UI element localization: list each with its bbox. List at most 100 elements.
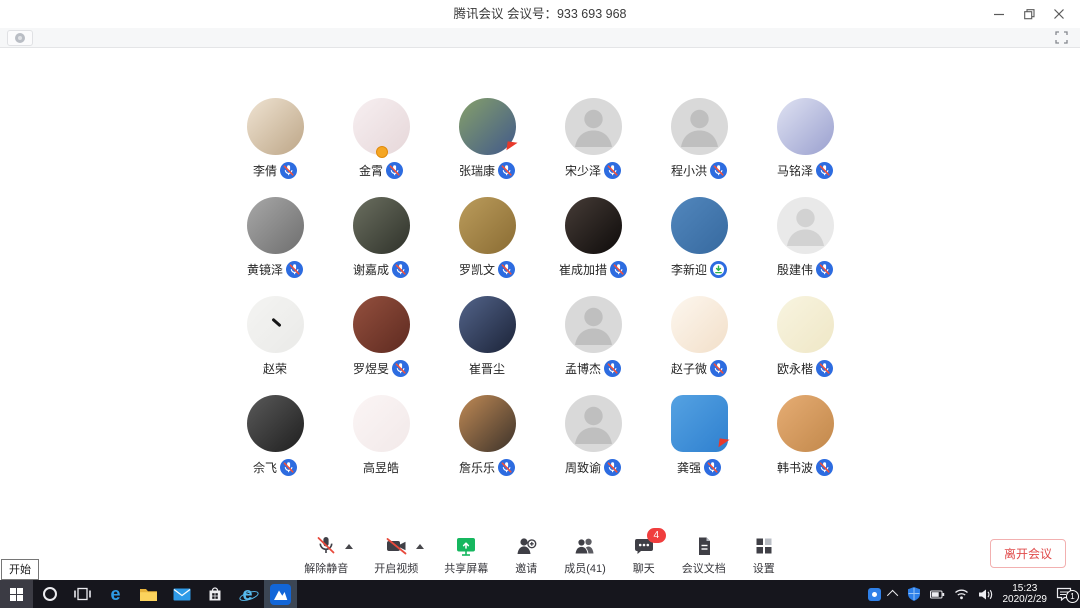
file-explorer-button[interactable]	[132, 580, 165, 608]
flag-badge-icon	[505, 142, 517, 152]
participant-tile-马铭泽[interactable]: 马铭泽	[762, 98, 848, 184]
store-button[interactable]	[198, 580, 231, 608]
taskbar-clock[interactable]: 15:23 2020/2/29	[1003, 583, 1048, 605]
participant-tile-黄镜泽[interactable]: 黄镜泽	[232, 197, 318, 283]
participant-tile-高昱皓[interactable]: 高昱皓	[338, 395, 424, 481]
tray-meeting-app-icon[interactable]	[868, 588, 881, 601]
participant-name-row: 欧永楷	[777, 360, 833, 377]
internet-explorer-button[interactable]: e	[231, 580, 264, 608]
participant-tile-罗凯文[interactable]: 罗凯文	[444, 197, 530, 283]
participant-tile-孟博杰[interactable]: 孟博杰	[550, 296, 636, 382]
tencent-meeting-taskbar-button[interactable]	[264, 580, 297, 608]
action-center-button[interactable]: 1	[1056, 587, 1073, 601]
participant-tile-李新迎[interactable]: 李新迎	[656, 197, 742, 283]
document-icon	[692, 535, 716, 558]
participant-tile-佘飞[interactable]: 佘飞	[232, 395, 318, 481]
participant-avatar	[565, 197, 622, 254]
close-button[interactable]	[1044, 0, 1074, 28]
participant-name-row: 张瑞康	[459, 162, 515, 179]
share-screen-button[interactable]: 共享屏幕	[444, 535, 488, 576]
members-label: 成员(41)	[564, 560, 606, 576]
taskbar: e e	[0, 580, 1080, 608]
meeting-info-icon	[15, 33, 25, 43]
mic-muted-icon	[280, 459, 297, 476]
participant-tile-张瑞康[interactable]: 张瑞康	[444, 98, 530, 184]
participant-tile-谢嘉成[interactable]: 谢嘉成	[338, 197, 424, 283]
participant-tile-韩书波[interactable]: 韩书波	[762, 395, 848, 481]
mic-muted-icon	[604, 162, 621, 179]
mic-active-icon	[710, 261, 727, 278]
participant-tile-龚强[interactable]: 龚强	[656, 395, 742, 481]
battery-icon[interactable]	[930, 590, 945, 599]
search-button[interactable]	[33, 580, 66, 608]
taskbar-date: 2020/2/29	[1003, 594, 1048, 605]
start-button[interactable]	[0, 580, 33, 608]
maximize-button[interactable]	[1014, 0, 1044, 28]
meeting-info-button[interactable]	[7, 30, 33, 46]
edge-button[interactable]: e	[99, 580, 132, 608]
participant-tile-金霄[interactable]: 金霄	[338, 98, 424, 184]
invite-person-icon	[514, 535, 538, 558]
leave-meeting-button[interactable]: 离开会议	[990, 539, 1066, 568]
participant-avatar	[247, 98, 304, 155]
tray-expand-icon[interactable]	[886, 590, 897, 601]
participant-tile-殷建伟[interactable]: 殷建伟	[762, 197, 848, 283]
unmute-label: 解除静音	[304, 560, 348, 576]
meeting-toolbar: 解除静音 开启视频 共享屏幕	[0, 528, 1080, 580]
participant-tile-程小洪[interactable]: 程小洪	[656, 98, 742, 184]
chat-button[interactable]: 4 聊天	[632, 535, 656, 576]
participant-name-row: 黄镜泽	[247, 261, 303, 278]
participant-tile-李倩[interactable]: 李倩	[232, 98, 318, 184]
security-shield-icon[interactable]	[907, 586, 921, 602]
fullscreen-button[interactable]	[1055, 31, 1068, 44]
participant-avatar	[565, 296, 622, 353]
person-placeholder-icon	[671, 98, 728, 155]
invite-button[interactable]: 邀请	[514, 535, 538, 576]
unmute-button[interactable]: 解除静音	[304, 535, 348, 576]
participant-name: 程小洪	[671, 162, 707, 179]
minimize-button[interactable]	[984, 0, 1014, 28]
system-tray: 15:23 2020/2/29 1	[861, 580, 1080, 608]
search-icon	[43, 587, 57, 601]
start-video-button[interactable]: 开启视频	[374, 535, 418, 576]
chat-unread-badge: 4	[647, 528, 666, 543]
window-controls	[984, 0, 1074, 28]
participant-tile-崔成加措[interactable]: 崔成加措	[550, 197, 636, 283]
toolbar-tools: 解除静音 开启视频 共享屏幕	[0, 535, 1080, 576]
task-view-button[interactable]	[66, 580, 99, 608]
participant-tile-欧永楷[interactable]: 欧永楷	[762, 296, 848, 382]
participant-name-row: 龚强	[677, 459, 721, 476]
mic-muted-icon	[704, 459, 721, 476]
mic-muted-icon	[816, 459, 833, 476]
avatar-mark	[271, 318, 281, 328]
network-wifi-icon[interactable]	[954, 588, 969, 600]
participant-avatar	[353, 197, 410, 254]
chevron-up-icon[interactable]	[416, 544, 424, 549]
mail-button[interactable]	[165, 580, 198, 608]
participant-tile-罗煜旻[interactable]: 罗煜旻	[338, 296, 424, 382]
screen-share-icon	[454, 535, 478, 558]
file-explorer-icon	[139, 587, 158, 602]
participant-avatar	[671, 197, 728, 254]
share-screen-label: 共享屏幕	[444, 560, 488, 576]
participant-tile-赵荣[interactable]: 赵荣	[232, 296, 318, 382]
chevron-up-icon[interactable]	[345, 544, 353, 549]
members-button[interactable]: 成员(41)	[564, 535, 606, 576]
participant-avatar	[671, 98, 728, 155]
participant-tile-詹乐乐[interactable]: 詹乐乐	[444, 395, 530, 481]
meeting-docs-button[interactable]: 会议文档	[682, 535, 726, 576]
participant-tile-赵子微[interactable]: 赵子微	[656, 296, 742, 382]
meeting-main-area: 李倩 金霄 张瑞康	[0, 48, 1080, 528]
participant-avatar	[353, 296, 410, 353]
participant-tile-崔晋尘[interactable]: 崔晋尘	[444, 296, 530, 382]
participant-name: 韩书波	[777, 459, 813, 476]
settings-button[interactable]: 设置	[752, 535, 776, 576]
participant-tile-周致谕[interactable]: 周致谕	[550, 395, 636, 481]
participant-tile-宋少泽[interactable]: 宋少泽	[550, 98, 636, 184]
volume-icon[interactable]	[978, 588, 994, 601]
windows-logo-icon	[10, 588, 23, 601]
fullscreen-icon	[1055, 31, 1068, 44]
participant-name: 宋少泽	[565, 162, 601, 179]
participant-name: 崔晋尘	[469, 360, 505, 377]
participant-name: 赵荣	[263, 360, 287, 377]
